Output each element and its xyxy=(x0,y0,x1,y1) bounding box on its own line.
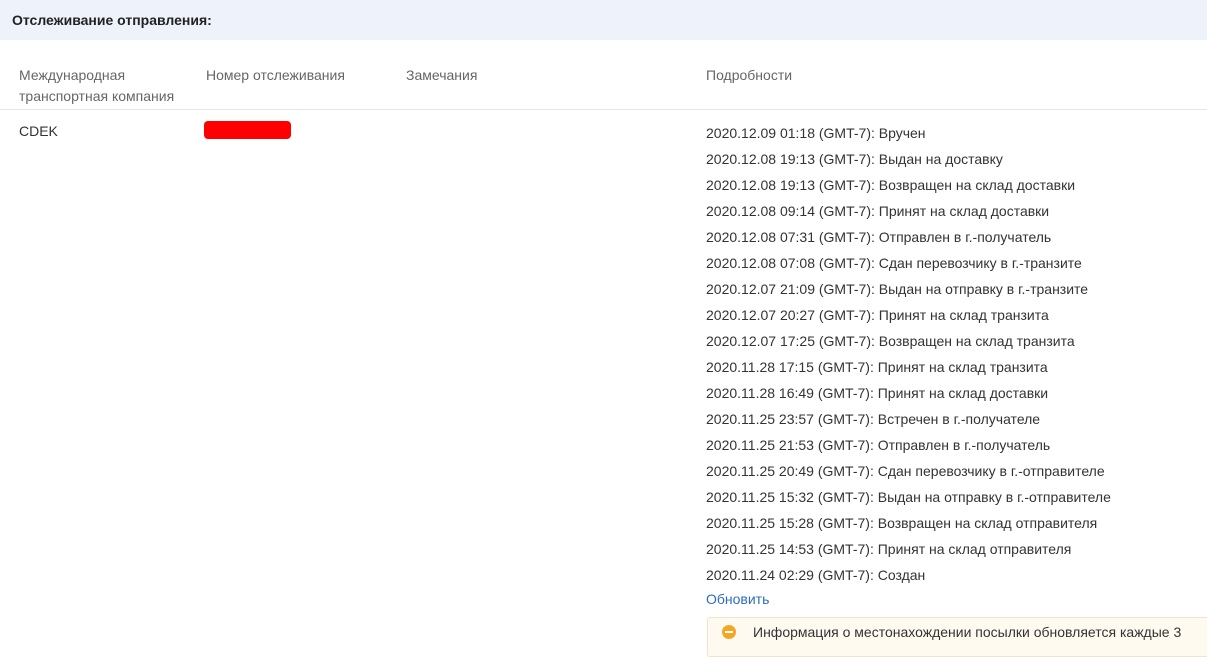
tracking-event: 2020.12.08 07:31 (GMT-7): Отправлен в г.… xyxy=(706,229,1052,245)
tracking-event: 2020.12.07 21:09 (GMT-7): Выдан на отпра… xyxy=(706,281,1089,297)
tracking-event: 2020.12.08 09:14 (GMT-7): Принят на скла… xyxy=(706,203,1050,219)
tracking-event: 2020.11.28 16:49 (GMT-7): Принят на скла… xyxy=(706,385,1049,401)
tracking-event: 2020.12.07 20:27 (GMT-7): Принят на скла… xyxy=(706,307,1049,323)
notice-text: Информация о местонахождении посылки обн… xyxy=(753,624,1182,640)
refresh-link[interactable]: Обновить xyxy=(706,589,769,609)
tracking-event: 2020.11.25 23:57 (GMT-7): Встречен в г.-… xyxy=(706,411,1041,427)
tracking-event: 2020.11.25 14:53 (GMT-7): Принят на скла… xyxy=(706,541,1072,557)
tracking-event: 2020.12.09 01:18 (GMT-7): Вручен xyxy=(706,125,926,141)
tracking-event: 2020.11.25 21:53 (GMT-7): Отправлен в г.… xyxy=(706,437,1051,453)
header-divider xyxy=(0,109,1207,110)
column-header-tracking-number: Номер отслеживания xyxy=(206,67,345,83)
tracking-event: 2020.11.25 15:28 (GMT-7): Возвращен на с… xyxy=(706,515,1098,531)
carrier-name: CDEK xyxy=(19,123,58,139)
tracking-event: 2020.11.25 20:49 (GMT-7): Сдан перевозчи… xyxy=(706,463,1105,479)
section-header: Отслеживание отправления: xyxy=(0,0,1207,40)
tracking-event: 2020.12.08 19:13 (GMT-7): Возвращен на с… xyxy=(706,177,1076,193)
column-header-carrier: Международная транспортная компания xyxy=(19,67,175,104)
tracking-events-list: 2020.12.09 01:18 (GMT-7): Вручен 2020.12.… xyxy=(706,120,1111,588)
tracking-event: 2020.12.08 19:13 (GMT-7): Выдан на доста… xyxy=(706,151,1003,167)
tracking-event: 2020.11.28 17:15 (GMT-7): Принят на скла… xyxy=(706,359,1048,375)
info-notice: Информация о местонахождении посылки обн… xyxy=(707,617,1207,657)
tracking-number-redacted xyxy=(204,121,291,139)
column-header-details: Подробности xyxy=(706,67,793,83)
warning-icon xyxy=(722,625,736,639)
tracking-event: 2020.11.24 02:29 (GMT-7): Создан xyxy=(706,567,926,583)
section-title: Отслеживание отправления: xyxy=(12,12,212,28)
column-header-remarks: Замечания xyxy=(406,67,478,83)
tracking-event: 2020.12.08 07:08 (GMT-7): Сдан перевозчи… xyxy=(706,255,1082,271)
tracking-event: 2020.12.07 17:25 (GMT-7): Возвращен на с… xyxy=(706,333,1075,349)
tracking-event: 2020.11.25 15:32 (GMT-7): Выдан на отпра… xyxy=(706,489,1111,505)
